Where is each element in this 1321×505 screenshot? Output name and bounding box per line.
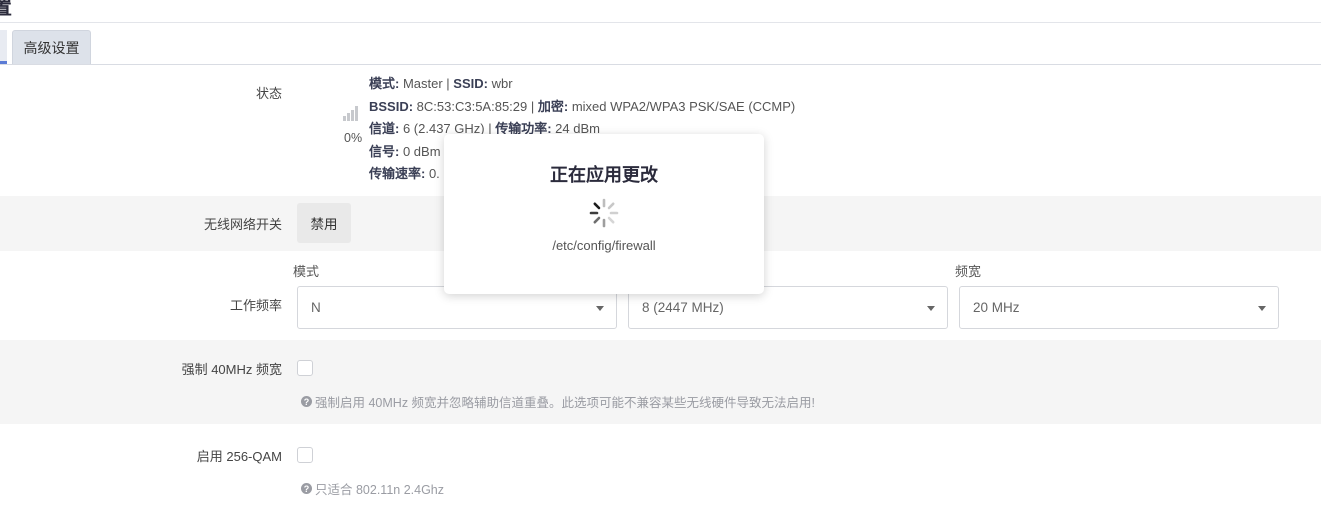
force-40mhz-label: 强制 40MHz 频宽 <box>181 362 282 377</box>
mode-select-value: N <box>311 300 321 315</box>
status-value: 0 dBm <box>399 143 441 159</box>
status-key: SSID: <box>453 76 488 91</box>
status-label: 状态 <box>255 86 282 101</box>
tab-general[interactable] <box>0 30 7 64</box>
status-value: mixed WPA2/WPA3 PSK/SAE (CCMP) <box>568 98 796 114</box>
force-40mhz-row: 强制 40MHz 频宽 <box>0 340 1321 424</box>
status-key: 加密: <box>537 98 569 114</box>
force-40mhz-checkbox[interactable] <box>297 360 313 376</box>
chevron-down-icon <box>927 306 935 311</box>
status-value: Master | <box>399 76 454 91</box>
force-40mhz-help-text: 强制启用 40MHz 频宽并忽略辅助信道重叠。此选项可能不兼容某些无线硬件导致无… <box>315 396 816 410</box>
status-key: BSSID: <box>369 98 414 114</box>
modal-file-path: /etc/config/firewall <box>552 238 656 253</box>
status-line: BSSID: 8C:53:C3:5A:85:29 | 加密: mixed WPA… <box>369 96 795 119</box>
status-key: 传输速率: <box>369 166 426 181</box>
signal-strength-icon <box>343 106 361 121</box>
force-40mhz-help: ? 强制启用 40MHz 频宽并忽略辅助信道重叠。此选项可能不兼容某些无线硬件导… <box>301 392 815 411</box>
disable-button[interactable]: 禁用 <box>297 203 351 243</box>
width-select[interactable]: 20 MHz <box>959 286 1279 329</box>
frequency-label: 工作频率 <box>229 298 282 313</box>
status-value: 8C:53:C3:5A:85:29 | <box>413 98 538 114</box>
tab-advanced-settings[interactable]: 高级设置 <box>12 30 91 64</box>
qam256-help-text: 只适合 802.11n 2.4Ghz <box>315 483 445 497</box>
width-header: 频宽 <box>955 264 982 279</box>
status-key: 信号: <box>369 143 400 159</box>
help-icon: ? <box>301 483 312 494</box>
status-value: wbr <box>487 76 513 91</box>
signal-percent: 0% <box>344 131 363 145</box>
wireless-switch-label: 无线网络开关 <box>203 217 282 232</box>
qam256-label: 启用 256-QAM <box>196 449 282 464</box>
mode-header: 模式 <box>293 264 320 279</box>
chevron-down-icon <box>596 306 604 311</box>
status-key: 模式: <box>369 76 400 91</box>
modal-title: 正在应用更改 <box>550 165 658 185</box>
status-key: 信道: <box>369 121 400 136</box>
status-line: 模式: Master | SSID: wbr <box>369 73 795 96</box>
tab-bar: 高级设置 <box>0 30 1321 65</box>
channel-select-value: 8 (2447 MHz) <box>642 300 724 315</box>
width-select-value: 20 MHz <box>973 300 1020 315</box>
qam256-row: 启用 256-QAM <box>0 424 1321 505</box>
applying-changes-modal: 正在应用更改 /etc/config/firewall <box>444 134 764 294</box>
help-icon: ? <box>301 396 312 407</box>
loading-spinner-icon <box>589 198 619 228</box>
status-value: 0. <box>425 166 440 181</box>
chevron-down-icon <box>1258 306 1266 311</box>
page-title: 置 <box>0 0 12 19</box>
qam256-checkbox[interactable] <box>297 447 313 463</box>
qam256-help: ? 只适合 802.11n 2.4Ghz <box>301 479 444 498</box>
title-divider <box>0 22 1321 23</box>
